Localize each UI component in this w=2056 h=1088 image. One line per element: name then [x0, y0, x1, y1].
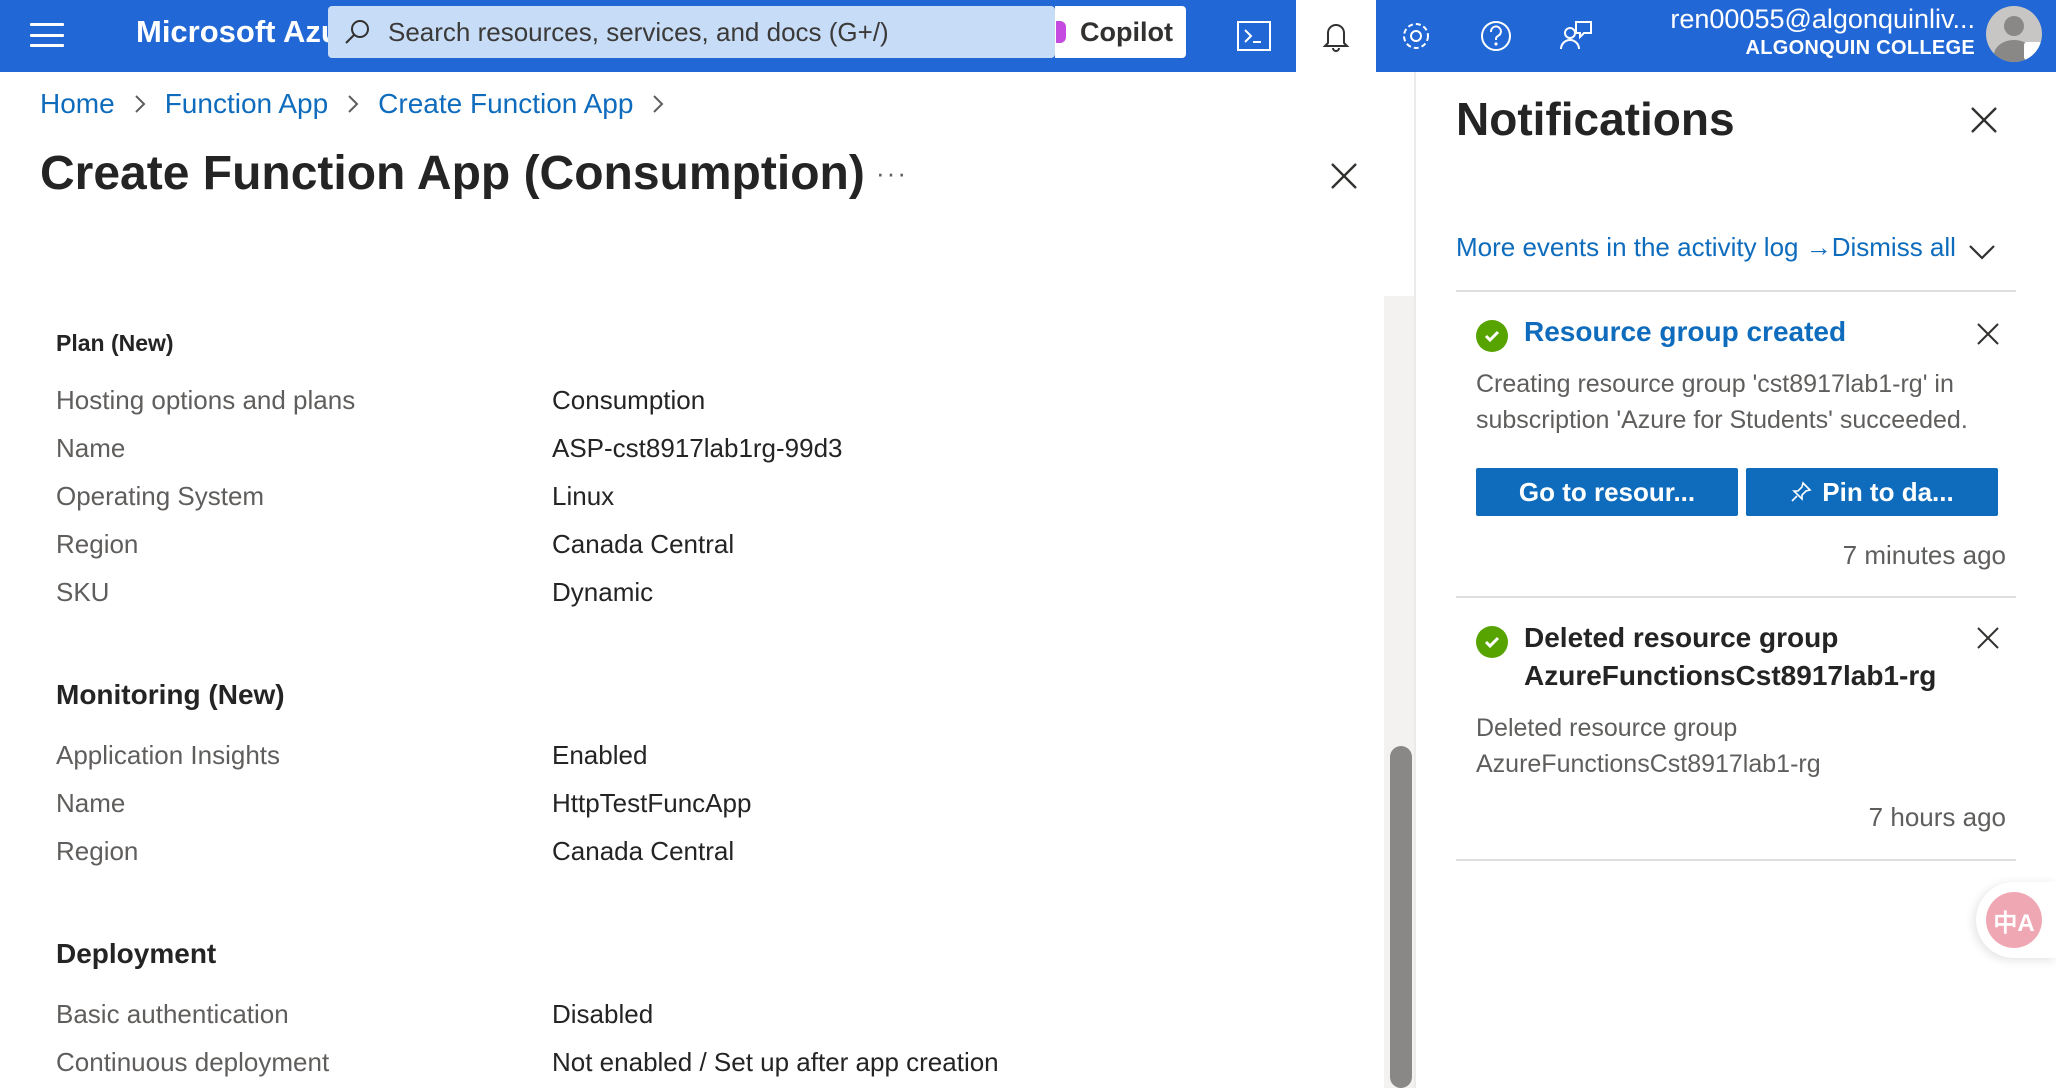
- activity-log-link[interactable]: More events in the activity log →: [1456, 232, 1832, 263]
- page-title: Create Function App (Consumption): [40, 147, 865, 200]
- row-label: Continuous deployment: [56, 1047, 330, 1077]
- chevron-right-icon: [346, 93, 360, 115]
- row-label: Name: [56, 788, 126, 818]
- chevron-down-icon[interactable]: [1966, 236, 1998, 268]
- success-check-icon: [1476, 626, 1508, 658]
- row-value: Enabled: [552, 740, 648, 770]
- translate-widget[interactable]: 中A: [1976, 882, 2056, 958]
- translate-icon: 中A: [1986, 892, 2042, 948]
- notification-time: 7 hours ago: [1868, 802, 2006, 832]
- copilot-button[interactable]: Copilot: [1055, 6, 1186, 58]
- cloud-shell-icon[interactable]: [1230, 12, 1278, 60]
- notification-body: Creating resource group 'cst8917lab1-rg'…: [1476, 370, 1968, 434]
- row-label: Region: [56, 529, 139, 559]
- pin-icon: [1791, 481, 1812, 502]
- close-icon[interactable]: [1974, 320, 2002, 348]
- help-icon[interactable]: [1472, 12, 1520, 60]
- row-value: Consumption: [552, 385, 706, 415]
- breadcrumb-home[interactable]: Home: [40, 88, 115, 120]
- close-icon[interactable]: [1966, 102, 2002, 138]
- section-heading-plan: Plan (New): [56, 330, 174, 356]
- row-value: Linux: [552, 481, 615, 511]
- divider: [1456, 290, 2016, 292]
- section-heading-deployment: Deployment: [56, 938, 217, 969]
- avatar[interactable]: [1986, 6, 2042, 62]
- row-value: Disabled: [552, 999, 654, 1029]
- search-icon: [345, 20, 369, 44]
- brand-title[interactable]: Microsoft Azure: [136, 14, 330, 50]
- section-heading-monitoring: Monitoring (New): [56, 679, 285, 710]
- more-options-button[interactable]: ···: [876, 158, 908, 189]
- notifications-links: More events in the activity log → Dismis…: [1456, 232, 1956, 263]
- row-value: HttpTestFuncApp: [552, 788, 752, 818]
- breadcrumb: Home Function App Create Function App: [40, 88, 683, 120]
- bell-icon: [1322, 24, 1350, 52]
- row-label: Hosting options and plans: [56, 385, 356, 415]
- row-value: ASP-cst8917lab1rg-99d3: [552, 433, 843, 463]
- panel-divider: [1414, 72, 1416, 1088]
- top-bar: Microsoft Azure Copilot: [0, 0, 2056, 72]
- go-to-resource-button[interactable]: Go to resour...: [1476, 468, 1738, 516]
- notifications-button[interactable]: [1296, 0, 1376, 72]
- row-value: Not enabled / Set up after app creation: [552, 1047, 999, 1077]
- scrollbar-thumb[interactable]: [1390, 746, 1412, 1088]
- row-label: SKU: [56, 577, 110, 607]
- search-input[interactable]: [388, 16, 1028, 48]
- breadcrumb-create-function-app[interactable]: Create Function App: [378, 88, 633, 120]
- gear-icon[interactable]: [1392, 12, 1440, 60]
- row-label: Operating System: [56, 481, 265, 511]
- menu-icon[interactable]: [30, 20, 64, 50]
- dismiss-all-link[interactable]: Dismiss all: [1832, 232, 1956, 263]
- notification-title[interactable]: Resource group created: [1524, 316, 1846, 348]
- copilot-label: Copilot: [1080, 16, 1173, 47]
- row-label: Application Insights: [56, 740, 281, 770]
- pin-to-dashboard-button[interactable]: Pin to da...: [1746, 468, 1998, 516]
- divider: [1456, 859, 2016, 861]
- close-icon[interactable]: [1326, 158, 1362, 194]
- notification-title-line1: Deleted resource group: [1524, 622, 1839, 653]
- notification-body-line1: Deleted resource group: [1476, 714, 1738, 742]
- user-org: ALGONQUIN COLLEGE: [1745, 37, 1975, 59]
- row-label: Basic authentication: [56, 999, 289, 1029]
- row-value: Canada Central: [552, 529, 735, 559]
- row-value: Dynamic: [552, 577, 654, 607]
- row-value: Canada Central: [552, 836, 735, 866]
- breadcrumb-function-app[interactable]: Function App: [165, 88, 328, 120]
- pin-to-dashboard-label: Pin to da...: [1822, 476, 1954, 507]
- search-box[interactable]: [328, 6, 1055, 58]
- row-label: Name: [56, 433, 126, 463]
- chevron-right-icon: [651, 93, 665, 115]
- notification-title-line2: AzureFunctionsCst8917lab1-rg: [1524, 660, 1937, 691]
- notification-body-line2: AzureFunctionsCst8917lab1-rg: [1476, 750, 1821, 778]
- copilot-icon: [1056, 21, 1066, 43]
- user-name: ren00055@algonquinliv...: [1670, 4, 1975, 34]
- notifications-title: Notifications: [1456, 93, 1735, 145]
- notification-time: 7 minutes ago: [1842, 540, 2006, 570]
- row-label: Region: [56, 836, 139, 866]
- account-info[interactable]: ren00055@algonquinliv... ALGONQUIN COLLE…: [1630, 4, 1975, 60]
- divider: [1456, 596, 2016, 598]
- chevron-right-icon: [133, 93, 147, 115]
- success-check-icon: [1476, 320, 1508, 352]
- feedback-icon[interactable]: [1552, 12, 1600, 60]
- close-icon[interactable]: [1974, 624, 2002, 652]
